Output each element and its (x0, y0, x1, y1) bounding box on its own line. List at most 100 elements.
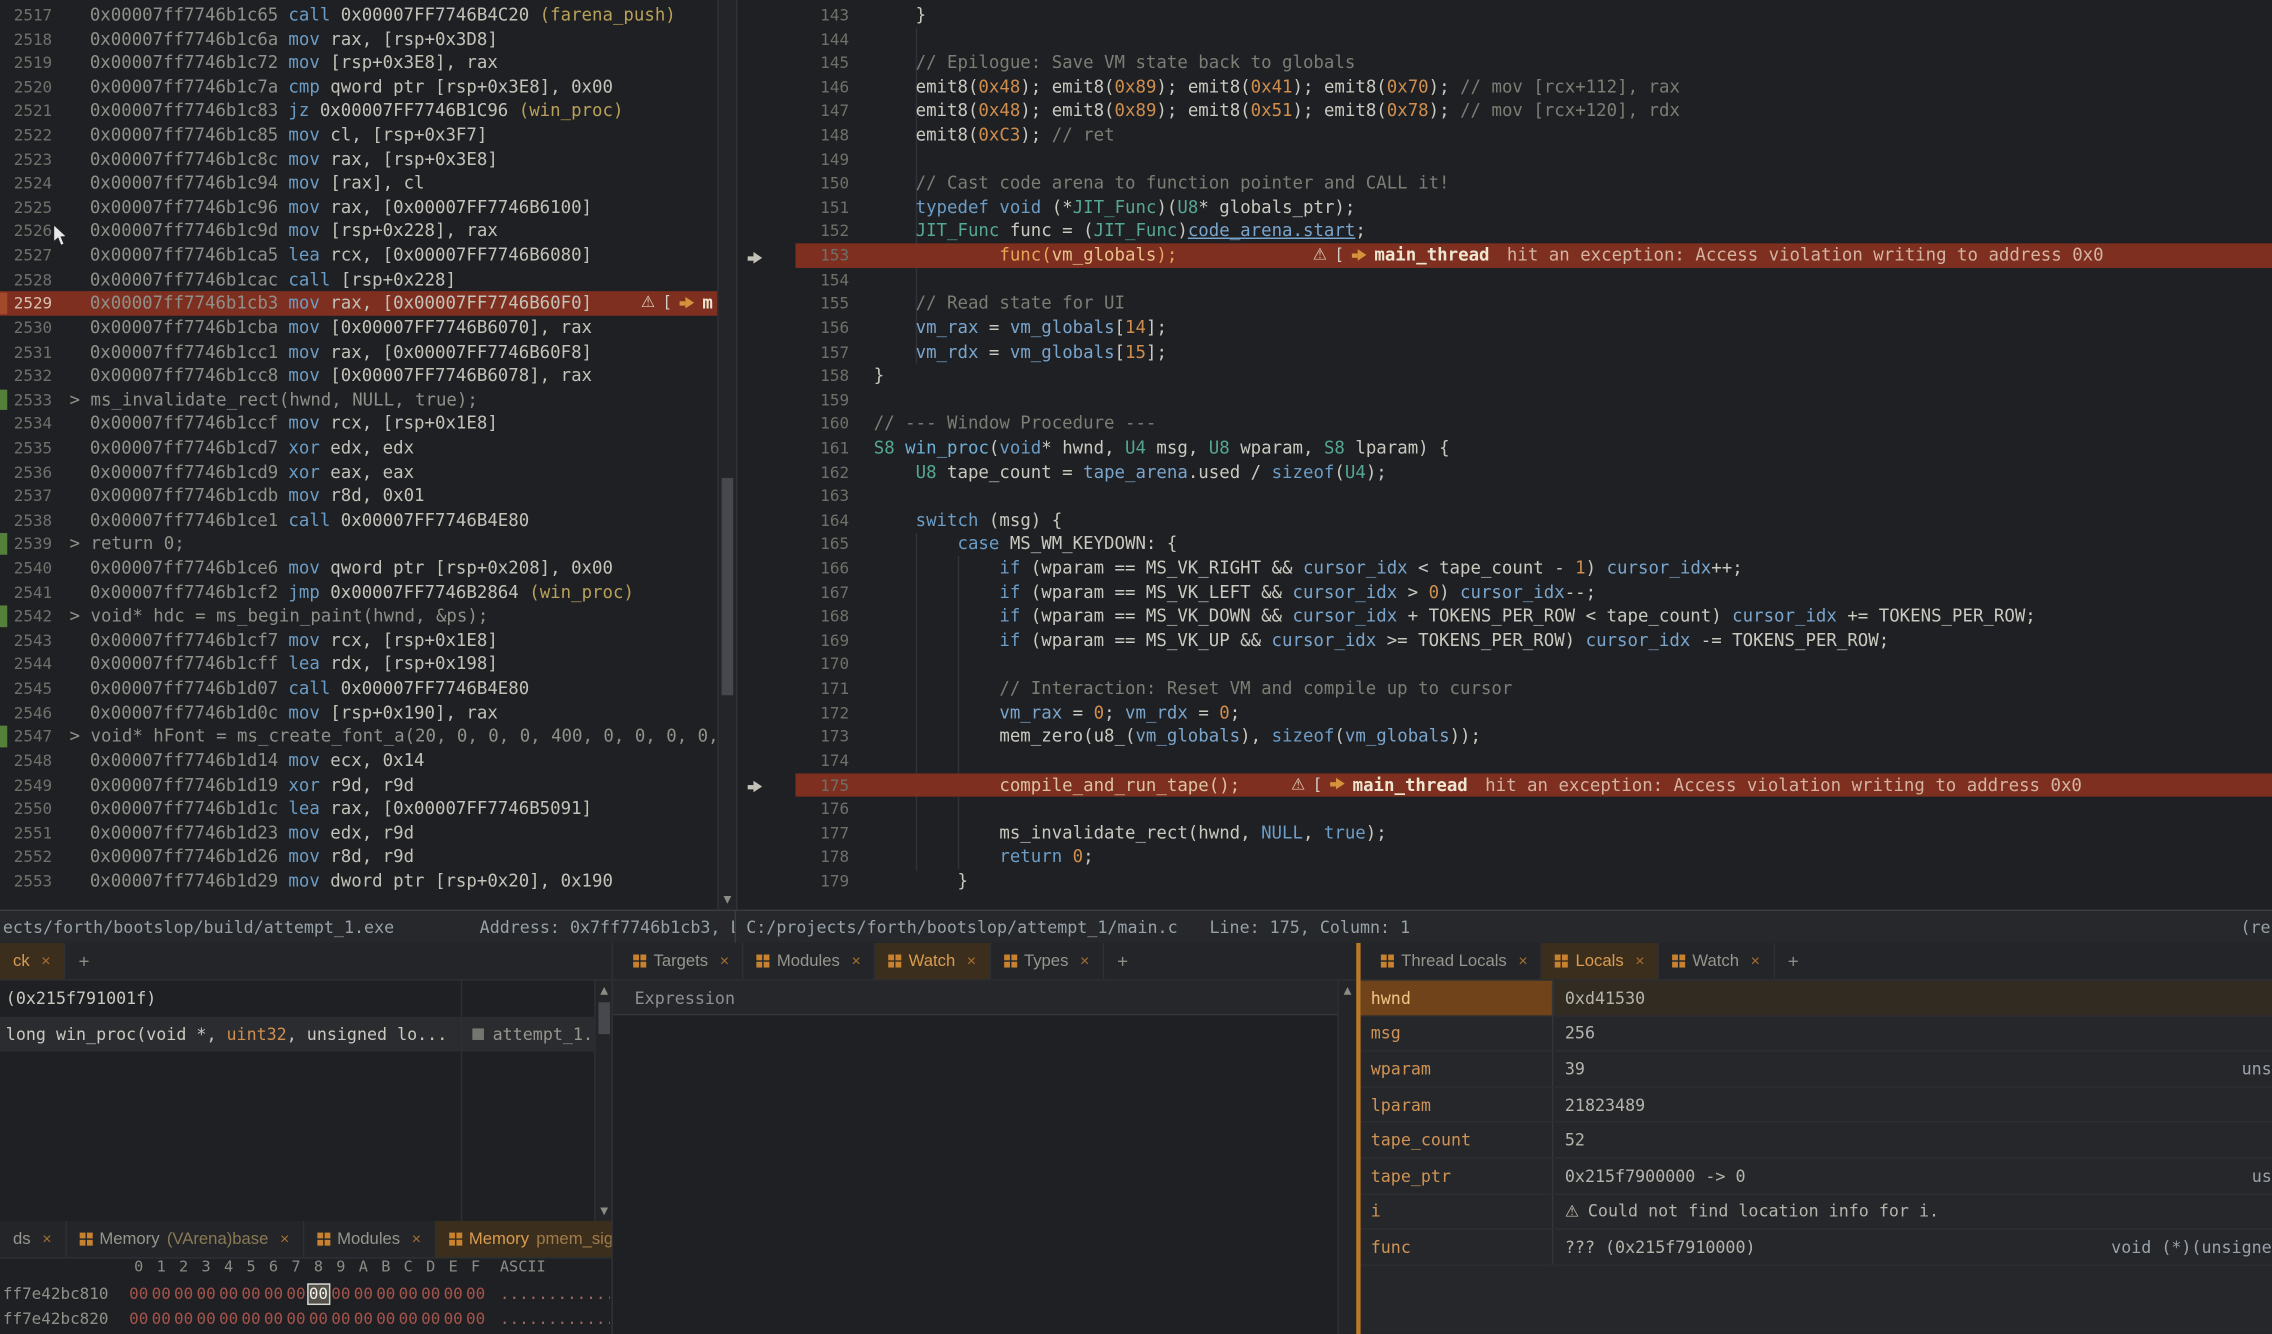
tab-ck[interactable]: ck× (0, 943, 65, 979)
tab-types[interactable]: Types× (991, 943, 1104, 979)
disasm-row[interactable]: 25340x00007ff7746b1ccfmov rcx, [rsp+0x1E… (0, 412, 736, 436)
disasm-row[interactable]: 2533> ms_invalidate_rect(hwnd, NULL, tru… (0, 388, 736, 412)
memory-byte[interactable]: 00 (128, 1282, 150, 1307)
disasm-row[interactable]: 2547> void* hFont = ms_create_font_a(20,… (0, 725, 736, 749)
source-line[interactable]: 151 typedef void (*JIT_Func)(U8* globals… (738, 195, 2272, 219)
source-line[interactable]: 164 switch (msg) { (738, 508, 2272, 532)
close-icon[interactable]: × (1751, 952, 1760, 969)
disasm-row[interactable]: 25400x00007ff7746b1ce6mov qword ptr [rsp… (0, 556, 736, 580)
disasm-row[interactable]: 25490x00007ff7746b1d19xor r9d, r9d (0, 773, 736, 797)
source-line[interactable]: 148 emit8(0xC3); // ret (738, 123, 2272, 147)
disasm-row[interactable]: 25250x00007ff7746b1c96mov rax, [0x00007F… (0, 195, 736, 219)
close-icon[interactable]: × (720, 952, 729, 969)
disasm-scrollbar[interactable]: ▼ (717, 0, 736, 910)
source-line[interactable]: 171 // Interaction: Reset VM and compile… (738, 677, 2272, 701)
memory-byte[interactable]: 00 (285, 1282, 307, 1307)
source-line[interactable]: 146 emit8(0x48); emit8(0x89); emit8(0x41… (738, 75, 2272, 99)
memory-byte[interactable]: 00 (419, 1282, 441, 1307)
memory-byte[interactable]: 00 (307, 1306, 329, 1331)
disasm-row[interactable]: 25260x00007ff7746b1c9dmov [rsp+0x228], r… (0, 219, 736, 243)
disasm-row[interactable]: 25370x00007ff7746b1cdbmov r8d, 0x01 (0, 484, 736, 508)
tab-watch[interactable]: Watch× (875, 943, 990, 979)
memory-byte[interactable]: 00 (150, 1306, 172, 1331)
memory-byte[interactable]: 00 (217, 1306, 239, 1331)
stack-scrollbar[interactable]: ▲ ▼ (594, 981, 613, 1221)
memory-byte[interactable]: 00 (330, 1282, 352, 1307)
disasm-row[interactable]: 25500x00007ff7746b1d1clea rax, [0x00007F… (0, 797, 736, 821)
source-line[interactable]: 143 } (738, 3, 2272, 27)
disasm-row[interactable]: 25320x00007ff7746b1cc8mov [0x00007FF7746… (0, 364, 736, 388)
add-tab-button[interactable]: + (65, 943, 103, 979)
disasm-row[interactable]: 25380x00007ff7746b1ce1call 0x00007FF7746… (0, 508, 736, 532)
local-variable-row[interactable]: wparam39uns (1361, 1052, 2272, 1088)
source-line[interactable]: 170 (738, 652, 2272, 676)
local-variable-row[interactable]: i⚠Could not find location info for i. (1361, 1194, 2272, 1230)
disasm-row[interactable]: 25290x00007ff7746b1cb3mov rax, [0x00007F… (0, 292, 736, 316)
source-line[interactable]: 167 if (wparam == MS_VK_LEFT && cursor_i… (738, 580, 2272, 604)
disasm-row[interactable]: 25510x00007ff7746b1d23mov edx, r9d (0, 821, 736, 845)
disasm-row[interactable]: 25410x00007ff7746b1cf2jmp 0x00007FF7746B… (0, 580, 736, 604)
memory-byte[interactable]: 00 (307, 1283, 329, 1305)
memory-byte[interactable]: 00 (352, 1282, 374, 1307)
memory-byte[interactable]: 00 (375, 1282, 397, 1307)
source-line[interactable]: 175 compile_and_run_tape();⚠[main_thread… (738, 773, 2272, 797)
disasm-row[interactable]: 25300x00007ff7746b1cbamov [0x00007FF7746… (0, 316, 736, 340)
scroll-up-icon[interactable]: ▲ (596, 981, 613, 1001)
source-line[interactable]: 168 if (wparam == MS_VK_DOWN && cursor_i… (738, 604, 2272, 628)
close-icon[interactable]: × (851, 952, 860, 969)
panel-splitter[interactable] (1356, 943, 1360, 1334)
source-line[interactable]: 178 return 0; (738, 845, 2272, 869)
tab-ds[interactable]: ds× (0, 1221, 66, 1257)
disasm-row[interactable]: 25350x00007ff7746b1cd7xor edx, edx (0, 436, 736, 460)
memory-byte[interactable]: 00 (172, 1306, 194, 1331)
source-line[interactable]: 162 U8 tape_count = tape_arena.used / si… (738, 460, 2272, 484)
tab-memory[interactable]: Memory(VArena)base× (66, 1221, 304, 1257)
memory-byte[interactable]: 00 (397, 1306, 419, 1331)
disasm-row[interactable]: 25200x00007ff7746b1c7acmp qword ptr [rsp… (0, 75, 736, 99)
scroll-up-icon[interactable]: ▲ (1339, 981, 1356, 1001)
disasm-row[interactable]: 25230x00007ff7746b1c8cmov rax, [rsp+0x3E… (0, 147, 736, 171)
disasm-row[interactable]: 25360x00007ff7746b1cd9xor eax, eax (0, 460, 736, 484)
disasm-row[interactable]: 25480x00007ff7746b1d14mov ecx, 0x14 (0, 749, 736, 773)
memory-byte[interactable]: 00 (172, 1282, 194, 1307)
memory-byte[interactable]: 00 (419, 1306, 441, 1331)
source-line[interactable]: 147 emit8(0x48); emit8(0x89); emit8(0x51… (738, 99, 2272, 123)
source-line[interactable]: 149 (738, 147, 2272, 171)
disasm-row[interactable]: 25520x00007ff7746b1d26mov r8d, r9d (0, 845, 736, 869)
tab-modules[interactable]: Modules× (304, 1221, 436, 1257)
source-line[interactable]: 161S8 win_proc(void* hwnd, U4 msg, U8 wp… (738, 436, 2272, 460)
memory-byte[interactable]: 00 (442, 1282, 464, 1307)
local-variable-row[interactable]: tape_count52 (1361, 1123, 2272, 1159)
disasm-row[interactable]: 25190x00007ff7746b1c72mov [rsp+0x3E8], r… (0, 51, 736, 75)
tab-targets[interactable]: Targets× (620, 943, 743, 979)
close-icon[interactable]: × (1518, 952, 1527, 969)
stack-frame-row[interactable]: (0x215f791001f) (0, 981, 594, 1017)
close-icon[interactable]: × (42, 1230, 51, 1247)
source-line[interactable]: 172 vm_rax = 0; vm_rdx = 0; (738, 701, 2272, 725)
add-tab-button[interactable]: + (1774, 943, 1812, 979)
source-line[interactable]: 155 // Read state for UI (738, 292, 2272, 316)
source-line[interactable]: 169 if (wparam == MS_VK_UP && cursor_idx… (738, 628, 2272, 652)
tab-locals[interactable]: Locals× (1542, 943, 1659, 979)
source-line[interactable]: 157 vm_rdx = vm_globals[15]; (738, 340, 2272, 364)
source-line[interactable]: 174 (738, 749, 2272, 773)
disasm-row[interactable]: 25450x00007ff7746b1d07call 0x00007FF7746… (0, 677, 736, 701)
tab-watch[interactable]: Watch× (1659, 943, 1774, 979)
close-icon[interactable]: × (412, 1230, 421, 1247)
memory-byte[interactable]: 00 (464, 1306, 486, 1331)
disasm-row[interactable]: 25270x00007ff7746b1ca5lea rcx, [0x00007F… (0, 243, 736, 267)
disasm-row[interactable]: 2542> void* hdc = ms_begin_paint(hwnd, &… (0, 604, 736, 628)
memory-byte[interactable]: 00 (464, 1282, 486, 1307)
disasm-row[interactable]: 25210x00007ff7746b1c83jz 0x00007FF7746B1… (0, 99, 736, 123)
source-line[interactable]: 152 JIT_Func func = (JIT_Func)code_arena… (738, 219, 2272, 243)
add-tab-button[interactable]: + (1104, 943, 1142, 979)
memory-byte[interactable]: 00 (375, 1306, 397, 1331)
source-line[interactable]: 150 // Cast code arena to function point… (738, 171, 2272, 195)
memory-byte[interactable]: 00 (285, 1306, 307, 1331)
close-icon[interactable]: × (1080, 952, 1089, 969)
source-line[interactable]: 176 (738, 797, 2272, 821)
watch-scrollbar[interactable]: ▲ (1337, 981, 1356, 1334)
local-variable-row[interactable]: hwnd0xd41530 (1361, 981, 2272, 1017)
stack-frame-row[interactable]: long win_proc(void *, uint32, unsigned l… (0, 1016, 594, 1052)
memory-byte[interactable]: 00 (195, 1282, 217, 1307)
